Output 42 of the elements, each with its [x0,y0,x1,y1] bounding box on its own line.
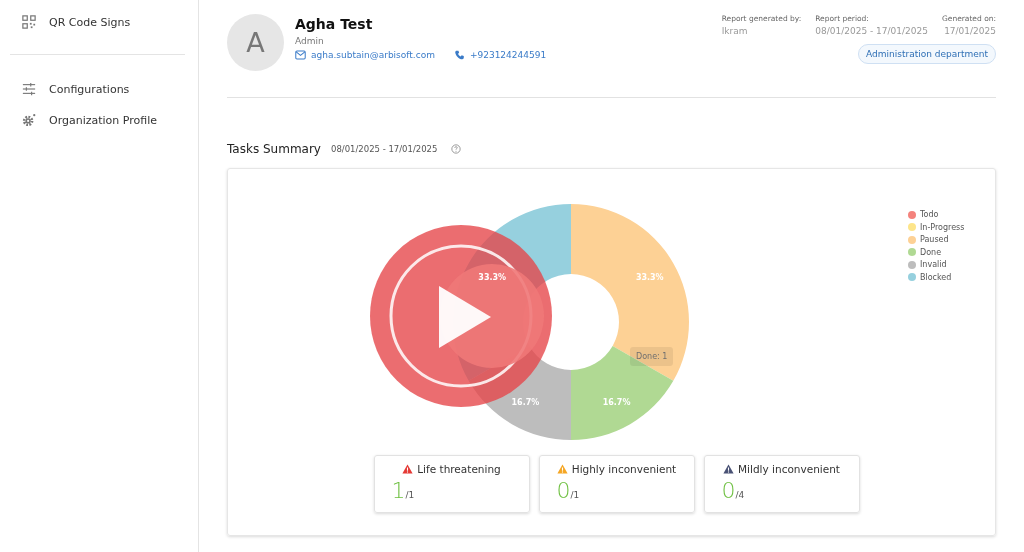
legend-item[interactable]: Blocked [908,272,965,282]
severity-total: /1 [570,490,580,500]
sidebar-item[interactable]: Configurations [0,77,198,101]
severity-total: /1 [405,490,415,500]
gear-icon [22,113,36,127]
sidebar-item[interactable]: QR Code Signs [0,10,198,34]
severity-label: Mildly inconvenient [738,463,840,475]
mail-icon [295,50,306,60]
legend-item[interactable]: Done [908,247,965,257]
help-icon[interactable] [451,144,462,154]
department-tag: Administration department [858,44,996,64]
chart-tooltip: Done: 1 [630,347,674,366]
severity-label: Highly inconvenient [571,463,677,475]
meta-value: 08/01/2025 - 17/01/2025 [815,26,928,36]
phone-link[interactable]: +923124244591 [469,50,547,60]
donut-slice[interactable] [571,345,674,440]
section-title: Tasks Summary [227,142,321,156]
donut-slice[interactable] [571,204,689,381]
qr-code-icon [22,15,36,29]
user-role: Admin [295,36,325,46]
phone-icon [453,50,465,60]
legend-item[interactable]: Paused [908,235,965,244]
legend-item[interactable]: Todo [908,210,965,219]
severity-count: 0 [556,478,571,503]
period-text: 08/01/2025 - 17/01/2025 [330,144,438,154]
severity-total: /4 [735,490,745,500]
percent-label: 16.7% [511,397,540,407]
user-name: Agha Test [295,16,374,32]
legend-item[interactable]: In-Progress [908,222,965,232]
sidebar-item[interactable]: Organization Profile [0,108,198,132]
sliders-icon [22,82,36,96]
percent-label: 33.3% [635,273,664,283]
severity-count: 0 [721,478,736,503]
meta-value: Ikram [721,26,749,36]
percent-label: 16.7% [602,397,631,407]
meta-value: 17/01/2025 [944,26,996,36]
legend-item[interactable]: Invalid [908,260,965,269]
avatar: A [227,14,284,71]
percent-label: 33.3% [478,273,507,283]
email-link[interactable]: agha.subtain@arbisoft.com [311,50,435,60]
severity-count: 1 [391,478,406,503]
severity-label: Life threatening [417,463,501,475]
